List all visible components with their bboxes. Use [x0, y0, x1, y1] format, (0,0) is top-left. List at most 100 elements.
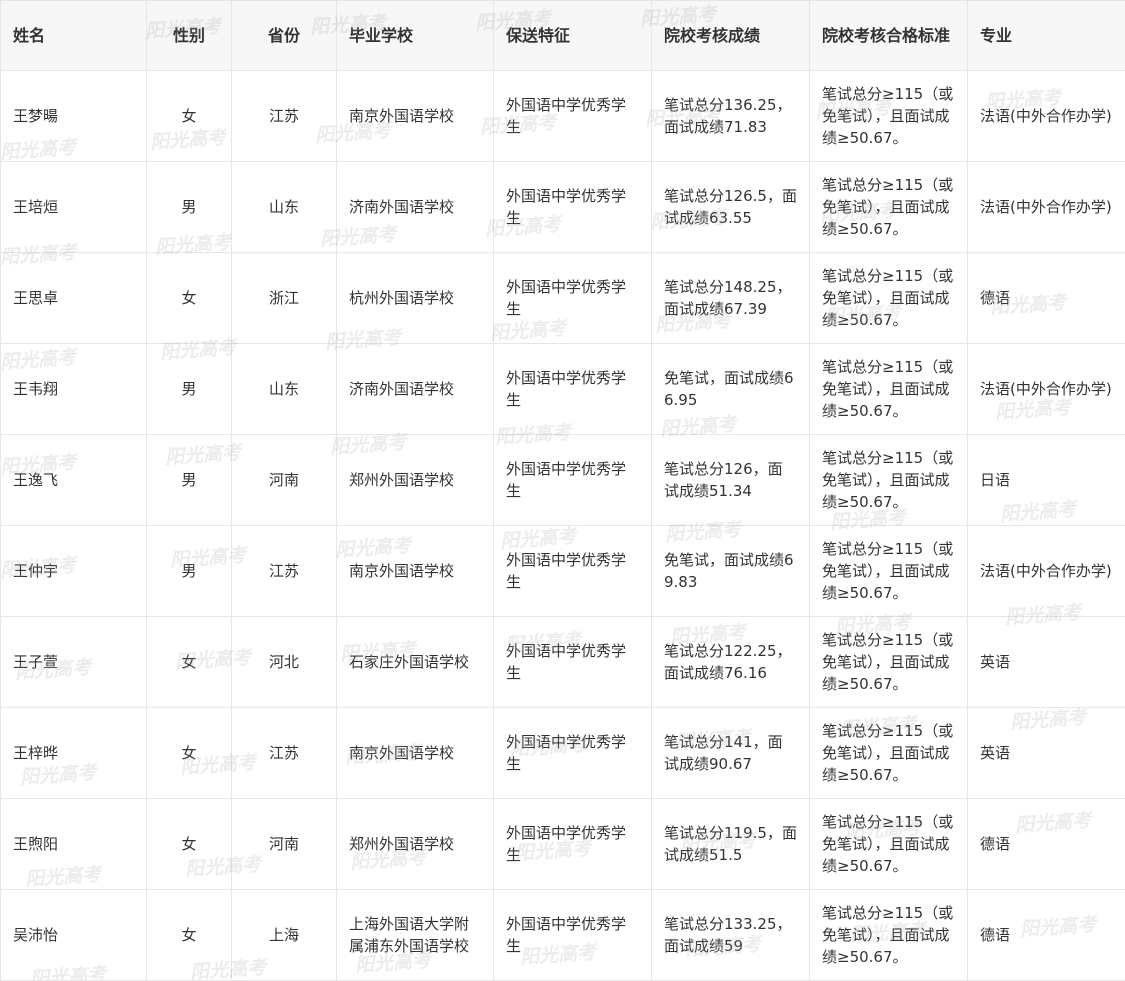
cell-feature: 外国语中学优秀学生 [494, 617, 652, 708]
header-feature: 保送特征 [494, 1, 652, 71]
cell-name: 王梓晔 [1, 708, 147, 799]
cell-school: 济南外国语学校 [337, 162, 494, 253]
cell-province: 江苏 [232, 708, 337, 799]
cell-major: 德语 [968, 253, 1125, 344]
table-row: 吴沛怡 女 上海 上海外国语大学附属浦东外国语学校 外国语中学优秀学生 笔试总分… [1, 890, 1125, 981]
cell-standard: 笔试总分≥115（或免笔试），且面试成绩≥50.67。 [810, 162, 968, 253]
cell-feature: 外国语中学优秀学生 [494, 253, 652, 344]
header-score: 院校考核成绩 [652, 1, 810, 71]
cell-name: 王韦翔 [1, 344, 147, 435]
cell-gender: 女 [147, 253, 232, 344]
cell-score: 笔试总分136.25，面试成绩71.83 [652, 71, 810, 162]
cell-name: 王逸飞 [1, 435, 147, 526]
cell-score: 笔试总分133.25，面试成绩59 [652, 890, 810, 981]
table-row: 王子萱 女 河北 石家庄外国语学校 外国语中学优秀学生 笔试总分122.25，面… [1, 617, 1125, 708]
cell-score: 笔试总分148.25，面试成绩67.39 [652, 253, 810, 344]
cell-standard: 笔试总分≥115（或免笔试），且面试成绩≥50.67。 [810, 435, 968, 526]
cell-feature: 外国语中学优秀学生 [494, 435, 652, 526]
cell-gender: 女 [147, 890, 232, 981]
cell-province: 浙江 [232, 253, 337, 344]
table-row: 王培烜 男 山东 济南外国语学校 外国语中学优秀学生 笔试总分126.5，面试成… [1, 162, 1125, 253]
table-row: 王梓晔 女 江苏 南京外国语学校 外国语中学优秀学生 笔试总分141，面试成绩9… [1, 708, 1125, 799]
cell-feature: 外国语中学优秀学生 [494, 708, 652, 799]
header-standard: 院校考核合格标准 [810, 1, 968, 71]
table-row: 王思卓 女 浙江 杭州外国语学校 外国语中学优秀学生 笔试总分148.25，面试… [1, 253, 1125, 344]
cell-name: 王培烜 [1, 162, 147, 253]
cell-score: 笔试总分126，面试成绩51.34 [652, 435, 810, 526]
table-row: 王梦暘 女 江苏 南京外国语学校 外国语中学优秀学生 笔试总分136.25，面试… [1, 71, 1125, 162]
cell-score: 笔试总分141，面试成绩90.67 [652, 708, 810, 799]
cell-school: 南京外国语学校 [337, 526, 494, 617]
cell-gender: 男 [147, 344, 232, 435]
cell-major: 英语 [968, 708, 1125, 799]
cell-standard: 笔试总分≥115（或免笔试），且面试成绩≥50.67。 [810, 344, 968, 435]
table-row: 王逸飞 男 河南 郑州外国语学校 外国语中学优秀学生 笔试总分126，面试成绩5… [1, 435, 1125, 526]
cell-gender: 男 [147, 435, 232, 526]
cell-standard: 笔试总分≥115（或免笔试），且面试成绩≥50.67。 [810, 71, 968, 162]
cell-school: 郑州外国语学校 [337, 435, 494, 526]
header-gender: 性别 [147, 1, 232, 71]
header-row: 姓名 性别 省份 毕业学校 保送特征 院校考核成绩 院校考核合格标准 专业 [1, 1, 1125, 71]
admissions-table: 姓名 性别 省份 毕业学校 保送特征 院校考核成绩 院校考核合格标准 专业 王梦… [0, 0, 1125, 981]
table-row: 王韦翔 男 山东 济南外国语学校 外国语中学优秀学生 免笔试，面试成绩66.95… [1, 344, 1125, 435]
cell-province: 山东 [232, 162, 337, 253]
cell-province: 江苏 [232, 526, 337, 617]
cell-major: 日语 [968, 435, 1125, 526]
cell-province: 河南 [232, 435, 337, 526]
cell-standard: 笔试总分≥115（或免笔试），且面试成绩≥50.67。 [810, 708, 968, 799]
cell-score: 笔试总分126.5，面试成绩63.55 [652, 162, 810, 253]
cell-feature: 外国语中学优秀学生 [494, 71, 652, 162]
cell-major: 英语 [968, 617, 1125, 708]
cell-gender: 男 [147, 526, 232, 617]
cell-name: 王煦阳 [1, 799, 147, 890]
cell-gender: 男 [147, 162, 232, 253]
cell-school: 石家庄外国语学校 [337, 617, 494, 708]
cell-name: 王仲宇 [1, 526, 147, 617]
cell-province: 河南 [232, 799, 337, 890]
header-name: 姓名 [1, 1, 147, 71]
cell-province: 上海 [232, 890, 337, 981]
header-major: 专业 [968, 1, 1125, 71]
cell-feature: 外国语中学优秀学生 [494, 344, 652, 435]
cell-school: 郑州外国语学校 [337, 799, 494, 890]
cell-province: 河北 [232, 617, 337, 708]
cell-name: 王梦暘 [1, 71, 147, 162]
cell-gender: 女 [147, 71, 232, 162]
table-row: 王煦阳 女 河南 郑州外国语学校 外国语中学优秀学生 笔试总分119.5，面试成… [1, 799, 1125, 890]
cell-school: 南京外国语学校 [337, 71, 494, 162]
header-school: 毕业学校 [337, 1, 494, 71]
cell-school: 上海外国语大学附属浦东外国语学校 [337, 890, 494, 981]
cell-name: 王子萱 [1, 617, 147, 708]
cell-score: 免笔试，面试成绩69.83 [652, 526, 810, 617]
cell-major: 德语 [968, 890, 1125, 981]
cell-school: 杭州外国语学校 [337, 253, 494, 344]
cell-gender: 女 [147, 617, 232, 708]
cell-feature: 外国语中学优秀学生 [494, 890, 652, 981]
cell-name: 王思卓 [1, 253, 147, 344]
cell-major: 法语(中外合作办学) [968, 344, 1125, 435]
cell-score: 免笔试，面试成绩66.95 [652, 344, 810, 435]
cell-province: 山东 [232, 344, 337, 435]
cell-score: 笔试总分119.5，面试成绩51.5 [652, 799, 810, 890]
cell-standard: 笔试总分≥115（或免笔试），且面试成绩≥50.67。 [810, 617, 968, 708]
cell-name: 吴沛怡 [1, 890, 147, 981]
cell-standard: 笔试总分≥115（或免笔试），且面试成绩≥50.67。 [810, 526, 968, 617]
cell-gender: 女 [147, 799, 232, 890]
cell-score: 笔试总分122.25，面试成绩76.16 [652, 617, 810, 708]
cell-gender: 女 [147, 708, 232, 799]
cell-standard: 笔试总分≥115（或免笔试），且面试成绩≥50.67。 [810, 799, 968, 890]
cell-major: 德语 [968, 799, 1125, 890]
cell-standard: 笔试总分≥115（或免笔试），且面试成绩≥50.67。 [810, 253, 968, 344]
header-province: 省份 [232, 1, 337, 71]
cell-feature: 外国语中学优秀学生 [494, 799, 652, 890]
cell-school: 济南外国语学校 [337, 344, 494, 435]
cell-standard: 笔试总分≥115（或免笔试），且面试成绩≥50.67。 [810, 890, 968, 981]
cell-province: 江苏 [232, 71, 337, 162]
cell-major: 法语(中外合作办学) [968, 162, 1125, 253]
table-row: 王仲宇 男 江苏 南京外国语学校 外国语中学优秀学生 免笔试，面试成绩69.83… [1, 526, 1125, 617]
cell-major: 法语(中外合作办学) [968, 71, 1125, 162]
cell-school: 南京外国语学校 [337, 708, 494, 799]
cell-major: 法语(中外合作办学) [968, 526, 1125, 617]
cell-feature: 外国语中学优秀学生 [494, 162, 652, 253]
cell-feature: 外国语中学优秀学生 [494, 526, 652, 617]
